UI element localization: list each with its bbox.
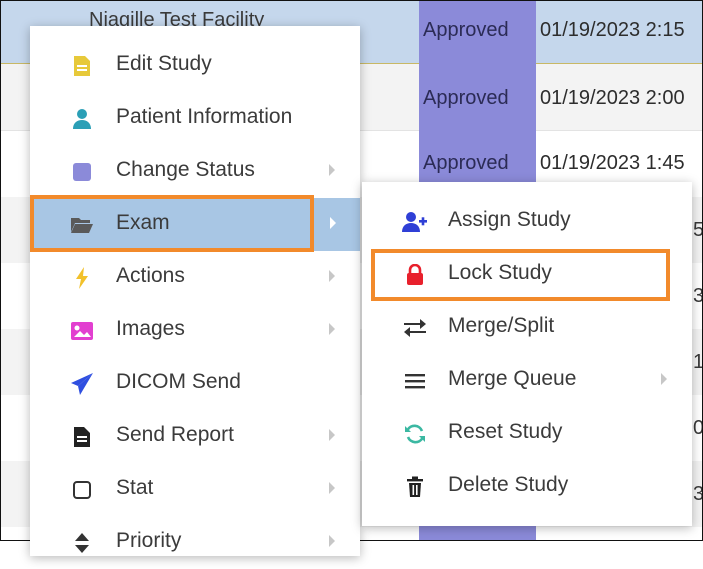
chevron-right-icon: [329, 164, 335, 176]
checkbox-icon: [70, 478, 94, 502]
submenu-item-merge-split[interactable]: Merge/Split: [362, 301, 692, 354]
menu-item-label: Actions: [116, 264, 185, 287]
menu-item-images[interactable]: Images: [30, 304, 360, 357]
date-cell-fragment: 15: [693, 351, 702, 374]
submenu-item-label: Merge/Split: [448, 314, 555, 337]
menu-item-label: Patient Information: [116, 105, 293, 128]
menu-item-label: Edit Study: [116, 52, 212, 75]
menu-item-change-status[interactable]: Change Status: [30, 145, 360, 198]
date-cell-fragment: 30: [693, 483, 702, 506]
exam-submenu: Assign Study Lock Study Merge/Split Merg…: [362, 182, 692, 526]
menu-item-actions[interactable]: Actions: [30, 251, 360, 304]
chevron-right-icon: [329, 535, 335, 547]
report-icon: [70, 425, 94, 449]
chevron-right-icon: [661, 373, 667, 385]
menu-item-stat[interactable]: Stat: [30, 463, 360, 516]
image-icon: [70, 319, 94, 343]
chevron-right-icon: [329, 482, 335, 494]
menu-item-edit-study[interactable]: Edit Study: [30, 39, 360, 92]
status-square-icon: [70, 160, 94, 184]
submenu-item-label: Merge Queue: [448, 367, 577, 390]
submenu-item-delete-study[interactable]: Delete Study: [362, 460, 692, 513]
menu-item-label: Stat: [116, 476, 154, 499]
submenu-item-label: Delete Study: [448, 473, 569, 496]
menu-item-patient-information[interactable]: Patient Information: [30, 92, 360, 145]
paper-plane-icon: [70, 372, 94, 396]
status-cell: Approved: [423, 87, 509, 109]
date-cell: 01/19/2023 2:15: [540, 19, 685, 41]
edit-study-icon: [70, 54, 94, 78]
menu-item-label: Send Report: [116, 423, 234, 446]
lightning-icon: [70, 266, 94, 290]
submenu-item-label: Reset Study: [448, 420, 563, 443]
menu-item-dicom-send[interactable]: DICOM Send: [30, 357, 360, 410]
user-plus-icon: [402, 209, 428, 235]
status-cell: Approved: [423, 152, 509, 174]
date-cell: 01/19/2023 1:45: [540, 152, 685, 174]
list-icon: [402, 368, 428, 394]
status-cell: Approved: [423, 19, 509, 41]
date-cell-fragment: 00: [693, 417, 702, 440]
trash-icon: [402, 474, 428, 500]
menu-item-send-report[interactable]: Send Report: [30, 410, 360, 463]
menu-item-priority[interactable]: Priority: [30, 516, 360, 569]
menu-item-label: Images: [116, 317, 185, 340]
submenu-item-merge-queue[interactable]: Merge Queue: [362, 354, 692, 407]
submenu-item-label: Assign Study: [448, 208, 571, 231]
exam-highlight-box: [30, 195, 314, 252]
priority-icon: [70, 531, 94, 555]
patient-icon: [70, 107, 94, 131]
chevron-right-icon: [330, 217, 336, 229]
date-cell: 01/19/2023 2:00: [540, 87, 685, 109]
date-cell-fragment: 30: [693, 285, 702, 308]
date-cell-fragment: 5: [693, 219, 702, 242]
menu-item-label: DICOM Send: [116, 370, 241, 393]
menu-item-label: Change Status: [116, 158, 255, 181]
submenu-item-reset-study[interactable]: Reset Study: [362, 407, 692, 460]
refresh-icon: [402, 421, 428, 447]
chevron-right-icon: [329, 323, 335, 335]
chevron-right-icon: [329, 270, 335, 282]
arrows-exchange-icon: [402, 315, 428, 341]
chevron-right-icon: [329, 429, 335, 441]
context-menu: Edit Study Patient Information Change St…: [30, 26, 360, 556]
lock-study-highlight-box: [371, 249, 670, 301]
menu-item-label: Priority: [116, 529, 182, 552]
submenu-item-assign-study[interactable]: Assign Study: [362, 195, 692, 248]
